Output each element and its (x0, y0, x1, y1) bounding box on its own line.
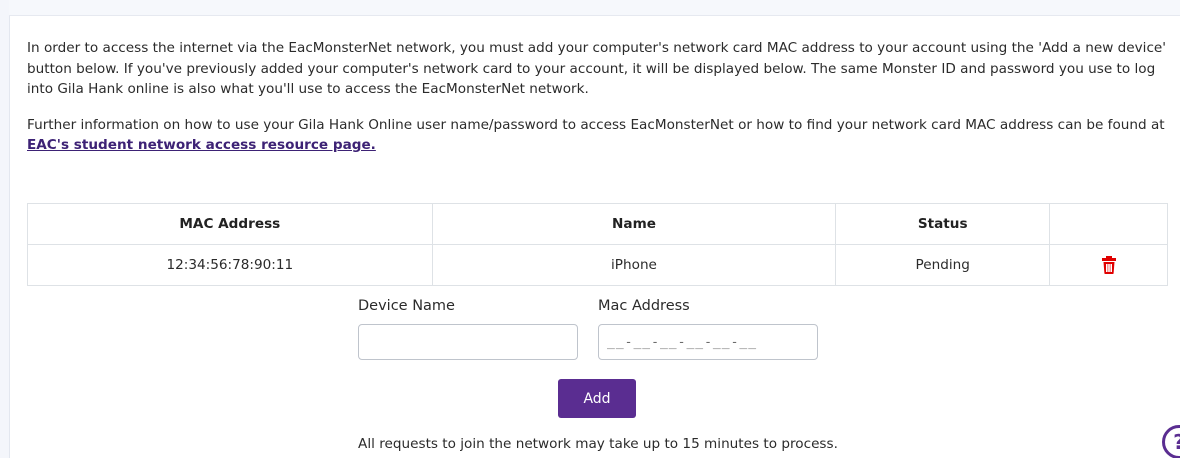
header-status: Status (835, 203, 1051, 245)
info-text: Further information on how to use your G… (27, 116, 1165, 133)
mac-address-label: Mac Address (598, 298, 690, 314)
help-icon[interactable]: ? (1162, 425, 1180, 458)
left-rail (0, 0, 10, 458)
mac-address-input[interactable] (598, 324, 818, 360)
top-bar (9, 0, 1180, 16)
header-mac-address: MAC Address (27, 203, 433, 245)
device-name-label: Device Name (358, 298, 455, 314)
header-name: Name (431, 203, 837, 245)
table-row: 12:34:56:78:90:11 iPhone Pending (27, 244, 1168, 286)
cell-action (1049, 244, 1168, 286)
intro-section: In order to access the internet via the … (27, 38, 1170, 156)
resource-page-link[interactable]: EAC's student network access resource pa… (27, 137, 376, 153)
intro-paragraph: In order to access the internet via the … (27, 40, 1167, 97)
page: In order to access the internet via the … (0, 0, 1180, 458)
cell-mac-address: 12:34:56:78:90:11 (27, 244, 433, 286)
cell-status: Pending (835, 244, 1051, 286)
table-header-row: MAC Address Name Status (27, 203, 1168, 245)
processing-note: All requests to join the network may tak… (358, 436, 838, 452)
device-name-input[interactable] (358, 324, 578, 360)
info-paragraph: Further information on how to use your G… (27, 115, 1170, 156)
devices-table: MAC Address Name Status 12:34:56:78:90:1… (27, 203, 1168, 286)
cell-name: iPhone (431, 244, 837, 286)
header-action (1049, 203, 1168, 245)
add-button[interactable]: Add (558, 379, 636, 418)
trash-icon[interactable] (1101, 256, 1117, 274)
